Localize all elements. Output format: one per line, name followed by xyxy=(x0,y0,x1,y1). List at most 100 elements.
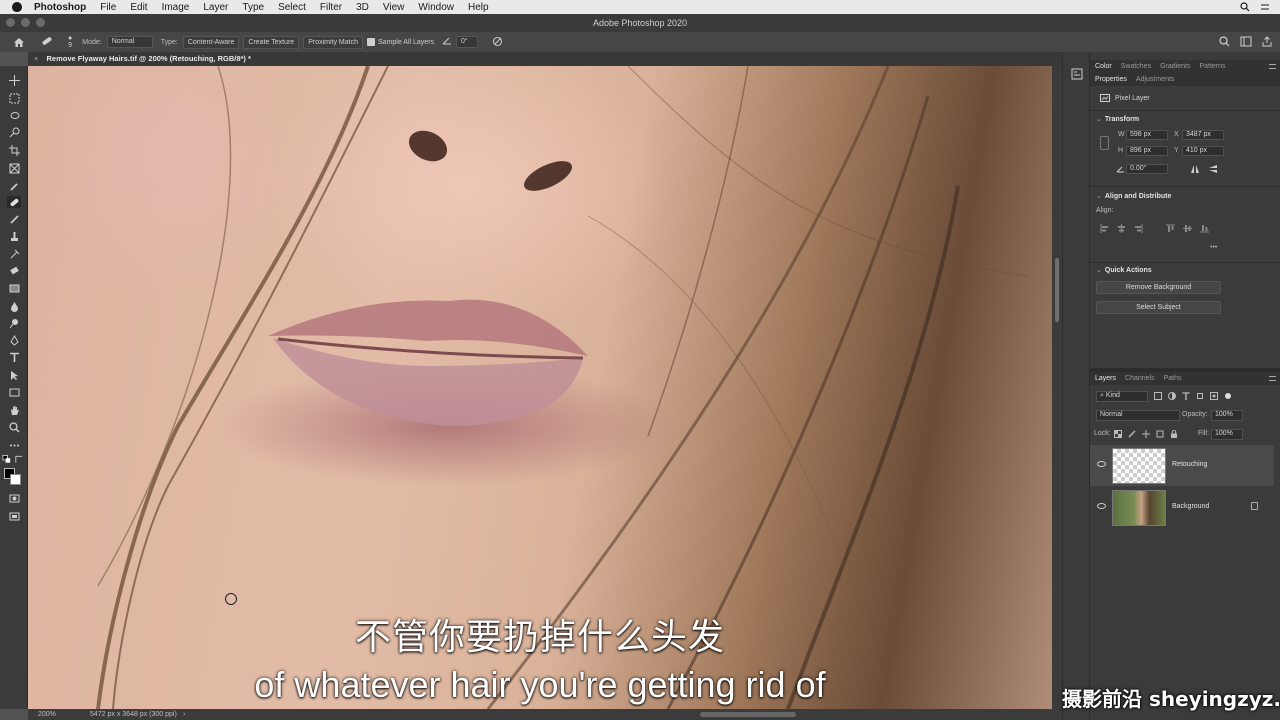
dodge-tool-icon[interactable] xyxy=(7,317,21,329)
history-brush-tool-icon[interactable] xyxy=(7,248,21,260)
close-tab-icon[interactable]: × xyxy=(34,54,38,63)
flip-horizontal-icon[interactable] xyxy=(1190,164,1200,176)
create-texture-button[interactable]: Create Texture xyxy=(243,35,300,49)
layer-row-retouching[interactable]: Retouching xyxy=(1090,445,1274,486)
lock-artboard-icon[interactable] xyxy=(1156,430,1164,438)
layers-panel-menu-icon[interactable] xyxy=(1269,376,1276,381)
height-field[interactable]: 896 px xyxy=(1126,146,1168,156)
tab-gradients[interactable]: Gradients xyxy=(1160,63,1190,70)
zoom-window-button[interactable] xyxy=(36,18,45,27)
gradient-tool-icon[interactable] xyxy=(7,282,21,294)
menu-select[interactable]: Select xyxy=(278,2,306,13)
apple-icon[interactable] xyxy=(12,2,22,12)
history-panel-icon[interactable] xyxy=(1071,68,1083,80)
tab-layers[interactable]: Layers xyxy=(1095,375,1116,382)
align-left-icon[interactable] xyxy=(1100,224,1109,233)
lock-pixels-icon[interactable] xyxy=(1128,430,1136,438)
menu-help[interactable]: Help xyxy=(468,2,489,13)
zoom-tool-icon[interactable] xyxy=(7,421,21,433)
filter-shape-icon[interactable] xyxy=(1196,392,1204,400)
layer-filter-select[interactable]: ⌕ Kind xyxy=(1096,391,1148,402)
status-menu-arrow[interactable]: › xyxy=(183,709,185,720)
tab-properties[interactable]: Properties xyxy=(1095,76,1127,83)
pen-tool-icon[interactable] xyxy=(7,334,21,346)
lock-transparent-icon[interactable] xyxy=(1114,430,1122,438)
tab-channels[interactable]: Channels xyxy=(1125,375,1155,382)
close-window-button[interactable] xyxy=(6,18,15,27)
menu-3d[interactable]: 3D xyxy=(356,2,369,13)
align-section-title[interactable]: Align and Distribute xyxy=(1096,192,1172,200)
tab-adjustments[interactable]: Adjustments xyxy=(1136,76,1175,83)
align-top-icon[interactable] xyxy=(1166,224,1175,233)
sample-all-layers-checkbox[interactable] xyxy=(367,38,375,46)
type-tool-icon[interactable] xyxy=(7,351,21,363)
filter-adjustment-icon[interactable] xyxy=(1168,392,1176,400)
visibility-eye-icon[interactable] xyxy=(1097,461,1106,467)
align-middle-icon[interactable] xyxy=(1183,224,1192,233)
clone-stamp-tool-icon[interactable] xyxy=(7,230,21,242)
menu-file[interactable]: File xyxy=(100,2,116,13)
document-tab[interactable]: × Remove Flyaway Hairs.tif @ 200% (Retou… xyxy=(34,52,251,66)
filter-smart-object-icon[interactable] xyxy=(1210,392,1218,400)
horizontal-scrollbar-thumb[interactable] xyxy=(700,712,796,717)
quick-actions-section-title[interactable]: Quick Actions xyxy=(1096,266,1152,274)
lasso-tool-icon[interactable] xyxy=(7,110,21,122)
filter-pixel-icon[interactable] xyxy=(1154,392,1162,400)
minimize-window-button[interactable] xyxy=(21,18,30,27)
pressure-icon[interactable] xyxy=(492,36,503,49)
brush-tool-icon[interactable] xyxy=(7,213,21,225)
swap-colors-icon[interactable] xyxy=(14,455,24,463)
eyedropper-tool-icon[interactable] xyxy=(7,180,21,192)
path-selection-tool-icon[interactable] xyxy=(7,369,21,381)
marquee-tool-icon[interactable] xyxy=(7,92,21,104)
workspace-icon[interactable] xyxy=(1240,36,1252,49)
filter-toggle-icon[interactable] xyxy=(1224,392,1232,400)
rotation-field[interactable]: 0.00° xyxy=(1126,164,1168,174)
blend-mode-select[interactable]: Normal xyxy=(1096,410,1180,421)
align-center-icon[interactable] xyxy=(1117,224,1126,233)
more-align-options-icon[interactable]: ••• xyxy=(1210,244,1217,251)
menu-view[interactable]: View xyxy=(383,2,405,13)
blur-tool-icon[interactable] xyxy=(7,300,21,312)
mode-select[interactable]: Normal xyxy=(106,36,153,48)
control-center-icon[interactable] xyxy=(1260,2,1270,12)
spot-healing-brush-tool-icon[interactable] xyxy=(7,196,21,208)
background-color-swatch[interactable] xyxy=(10,474,21,485)
link-dimensions-icon[interactable] xyxy=(1100,136,1109,150)
canvas-vertical-scrollbar[interactable] xyxy=(1052,66,1062,709)
search-icon[interactable] xyxy=(1240,2,1250,12)
tab-color[interactable]: Color xyxy=(1095,63,1112,70)
flip-vertical-icon[interactable] xyxy=(1208,164,1218,176)
move-tool-icon[interactable] xyxy=(7,74,21,86)
tab-paths[interactable]: Paths xyxy=(1164,375,1182,382)
align-bottom-icon[interactable] xyxy=(1200,224,1209,233)
width-field[interactable]: 598 px xyxy=(1126,130,1168,140)
filter-type-icon[interactable] xyxy=(1182,392,1190,400)
content-aware-button[interactable]: Content-Aware xyxy=(182,35,240,49)
eraser-tool-icon[interactable] xyxy=(7,264,21,276)
scrollbar-thumb[interactable] xyxy=(1055,258,1059,322)
menu-window[interactable]: Window xyxy=(418,2,454,13)
menu-filter[interactable]: Filter xyxy=(320,2,342,13)
menu-app[interactable]: Photoshop xyxy=(34,2,86,13)
fill-field[interactable]: 100% xyxy=(1211,429,1243,440)
healing-brush-preset-icon[interactable] xyxy=(40,35,54,49)
panel-menu-icon[interactable] xyxy=(1269,64,1276,69)
lock-position-icon[interactable] xyxy=(1142,430,1150,438)
default-colors-icon[interactable] xyxy=(2,454,12,463)
opacity-field[interactable]: 100% xyxy=(1211,410,1243,421)
quick-mask-icon[interactable] xyxy=(7,492,21,504)
crop-tool-icon[interactable] xyxy=(7,144,21,156)
angle-field[interactable]: 0° xyxy=(456,36,479,48)
select-subject-button[interactable]: Select Subject xyxy=(1096,301,1221,314)
rectangle-tool-icon[interactable] xyxy=(7,386,21,398)
visibility-eye-icon[interactable] xyxy=(1097,503,1106,509)
tab-patterns[interactable]: Patterns xyxy=(1199,63,1225,70)
align-right-icon[interactable] xyxy=(1134,224,1143,233)
more-tools-icon[interactable] xyxy=(7,439,21,451)
proximity-match-button[interactable]: Proximity Match xyxy=(303,35,363,49)
brush-size-picker[interactable]: ● 9 xyxy=(68,35,72,49)
lock-all-icon[interactable] xyxy=(1170,430,1178,438)
share-icon[interactable] xyxy=(1262,36,1272,49)
home-icon[interactable] xyxy=(10,33,28,51)
